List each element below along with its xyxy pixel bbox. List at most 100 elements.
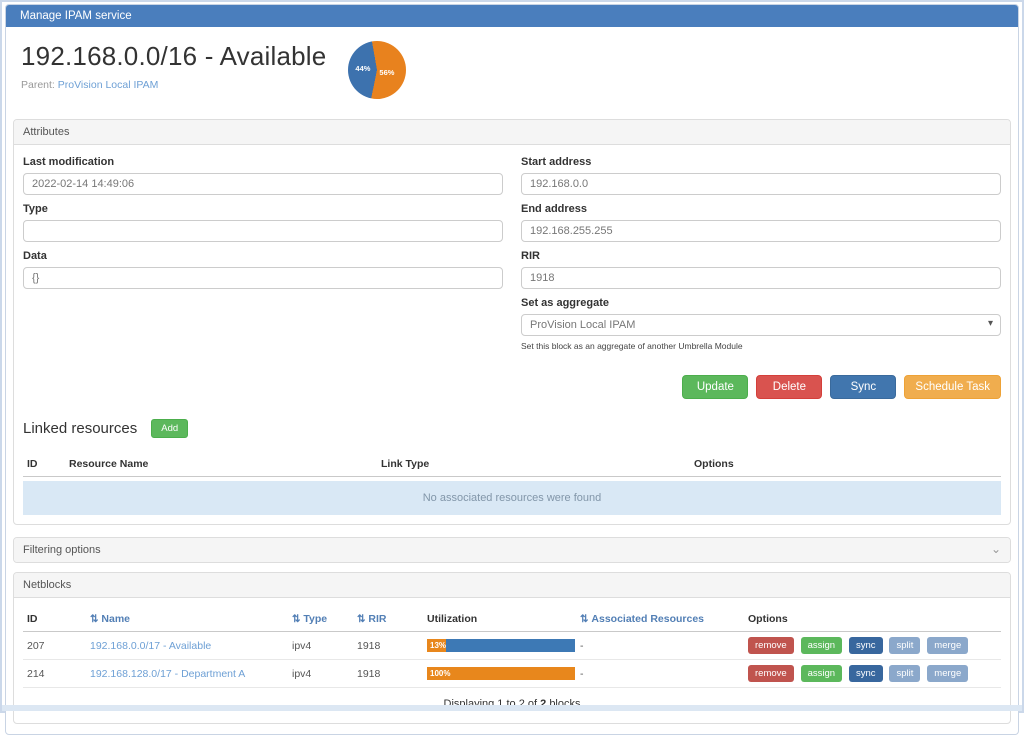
nb-col-options: Options <box>744 607 1001 632</box>
filtering-options-header[interactable]: ⌄ Filtering options <box>14 538 1010 562</box>
netblock-link[interactable]: 192.168.128.0/17 - Department A <box>90 668 245 680</box>
nb-col-name-sort[interactable]: ⇅Name <box>86 607 288 632</box>
field-data: Data <box>23 250 503 289</box>
action-buttons-row: Update Delete Sync Schedule Task <box>23 375 1001 399</box>
page-header: Manage IPAM service <box>6 5 1018 27</box>
manage-ipam-panel: Manage IPAM service 192.168.0.0/16 - Ava… <box>5 4 1019 735</box>
split-button[interactable]: split <box>889 665 920 682</box>
form-column-left: Last modification Type Data <box>23 154 503 359</box>
type-label: Type <box>23 203 503 215</box>
parent-label: Parent: <box>21 79 55 91</box>
netblocks-card-header: Netblocks <box>14 573 1010 598</box>
utilization-fill: 13% <box>427 639 446 652</box>
nb-row-type: ipv4 <box>288 632 353 660</box>
overview-text: 192.168.0.0/16 - Available Parent: ProVi… <box>21 37 326 91</box>
nb-row-id: 214 <box>23 660 86 688</box>
sort-icon: ⇅ <box>357 614 365 625</box>
sort-icon: ⇅ <box>90 614 98 625</box>
parent-line: Parent: ProVision Local IPAM <box>21 79 326 91</box>
aggregate-select[interactable]: ProVision Local IPAM ▾ <box>521 314 1001 336</box>
netblocks-header-row: ID ⇅Name ⇅Type ⇅RIR Utilization ⇅Associa… <box>23 607 1001 632</box>
nb-row-associated: - <box>576 660 744 688</box>
netblock-row: 214 192.168.128.0/17 - Department A ipv4… <box>23 660 1001 688</box>
pie-slice-label-free: 44% <box>355 64 370 73</box>
rir-label: RIR <box>521 250 1001 262</box>
nb-col-name-label: Name <box>101 613 130 625</box>
utilization-pie-chart: 56% 44% <box>348 41 406 99</box>
parent-link[interactable]: ProVision Local IPAM <box>58 79 159 91</box>
utilization-fill: 100% <box>427 667 575 680</box>
sort-icon: ⇅ <box>292 614 300 625</box>
form-column-right: Start address End address RIR <box>521 154 1001 359</box>
netblocks-card: Netblocks ID ⇅Name ⇅Type ⇅RIR <box>13 572 1011 724</box>
field-start-address: Start address <box>521 156 1001 195</box>
page-body: 192.168.0.0/16 - Available Parent: ProVi… <box>6 27 1018 734</box>
attributes-form: Last modification Type Data <box>23 154 1001 359</box>
browser-viewport: Manage IPAM service 192.168.0.0/16 - Ava… <box>0 0 1024 713</box>
nb-row-associated: - <box>576 632 744 660</box>
rir-input[interactable] <box>521 267 1001 289</box>
nb-col-id: ID <box>23 607 86 632</box>
last-modification-input[interactable] <box>23 173 503 195</box>
type-input[interactable] <box>23 220 503 242</box>
select-caret-icon: ▾ <box>988 318 993 329</box>
sort-icon: ⇅ <box>580 614 588 625</box>
data-label: Data <box>23 250 503 262</box>
utilization-bar: 100% <box>427 667 575 680</box>
nb-row-id: 207 <box>23 632 86 660</box>
field-last-modification: Last modification <box>23 156 503 195</box>
nb-col-utilization: Utilization <box>423 607 576 632</box>
aggregate-help-text: Set this block as an aggregate of anothe… <box>521 341 1001 351</box>
remove-button[interactable]: remove <box>748 665 794 682</box>
assign-button[interactable]: assign <box>801 665 842 682</box>
linked-resources-title: Linked resources <box>23 420 137 437</box>
add-linked-resource-button[interactable]: Add <box>151 419 188 438</box>
start-address-label: Start address <box>521 156 1001 168</box>
nb-col-type-sort[interactable]: ⇅Type <box>288 607 353 632</box>
lr-col-options: Options <box>690 452 1001 477</box>
last-modification-label: Last modification <box>23 156 503 168</box>
sync-button[interactable]: Sync <box>830 375 896 399</box>
remove-button[interactable]: remove <box>748 637 794 654</box>
filtering-options-card: ⌄ Filtering options <box>13 537 1011 563</box>
sync-row-button[interactable]: sync <box>849 637 883 654</box>
field-end-address: End address <box>521 203 1001 242</box>
field-type: Type <box>23 203 503 242</box>
nb-col-rir-label: RIR <box>368 613 386 625</box>
split-button[interactable]: split <box>889 637 920 654</box>
attributes-card-body: Last modification Type Data <box>14 145 1010 524</box>
assign-button[interactable]: assign <box>801 637 842 654</box>
merge-button[interactable]: merge <box>927 637 968 654</box>
attributes-card: Attributes Last modification Type <box>13 119 1011 525</box>
lr-col-id: ID <box>23 452 65 477</box>
nb-row-rir: 1918 <box>353 632 423 660</box>
nb-col-type-label: Type <box>303 613 327 625</box>
nb-row-options: remove assign sync split merge <box>744 660 1001 688</box>
nb-row-type: ipv4 <box>288 660 353 688</box>
lr-col-link-type: Link Type <box>377 452 690 477</box>
start-address-input[interactable] <box>521 173 1001 195</box>
netblock-link[interactable]: 192.168.0.0/17 - Available <box>90 640 211 652</box>
linked-resources-header: Linked resources Add <box>23 419 1001 438</box>
pie-slice-label-used: 56% <box>379 68 394 77</box>
field-rir: RIR <box>521 250 1001 289</box>
end-address-label: End address <box>521 203 1001 215</box>
bottom-window-strip <box>2 705 1022 711</box>
nb-col-associated-sort[interactable]: ⇅Associated Resources <box>576 607 744 632</box>
nb-col-associated-label: Associated Resources <box>591 613 704 625</box>
page-title: 192.168.0.0/16 - Available <box>21 41 326 72</box>
data-input[interactable] <box>23 267 503 289</box>
end-address-input[interactable] <box>521 220 1001 242</box>
empty-state-row: No associated resources were found <box>23 481 1001 515</box>
delete-button[interactable]: Delete <box>756 375 822 399</box>
netblocks-table: ID ⇅Name ⇅Type ⇅RIR Utilization ⇅Associa… <box>23 607 1001 688</box>
overview-section: 192.168.0.0/16 - Available Parent: ProVi… <box>21 37 1003 111</box>
merge-button[interactable]: merge <box>927 665 968 682</box>
chevron-down-icon[interactable]: ⌄ <box>991 544 1001 554</box>
sync-row-button[interactable]: sync <box>849 665 883 682</box>
filtering-options-title: Filtering options <box>23 544 101 556</box>
nb-col-rir-sort[interactable]: ⇅RIR <box>353 607 423 632</box>
update-button[interactable]: Update <box>682 375 748 399</box>
nb-row-rir: 1918 <box>353 660 423 688</box>
schedule-task-button[interactable]: Schedule Task <box>904 375 1001 399</box>
